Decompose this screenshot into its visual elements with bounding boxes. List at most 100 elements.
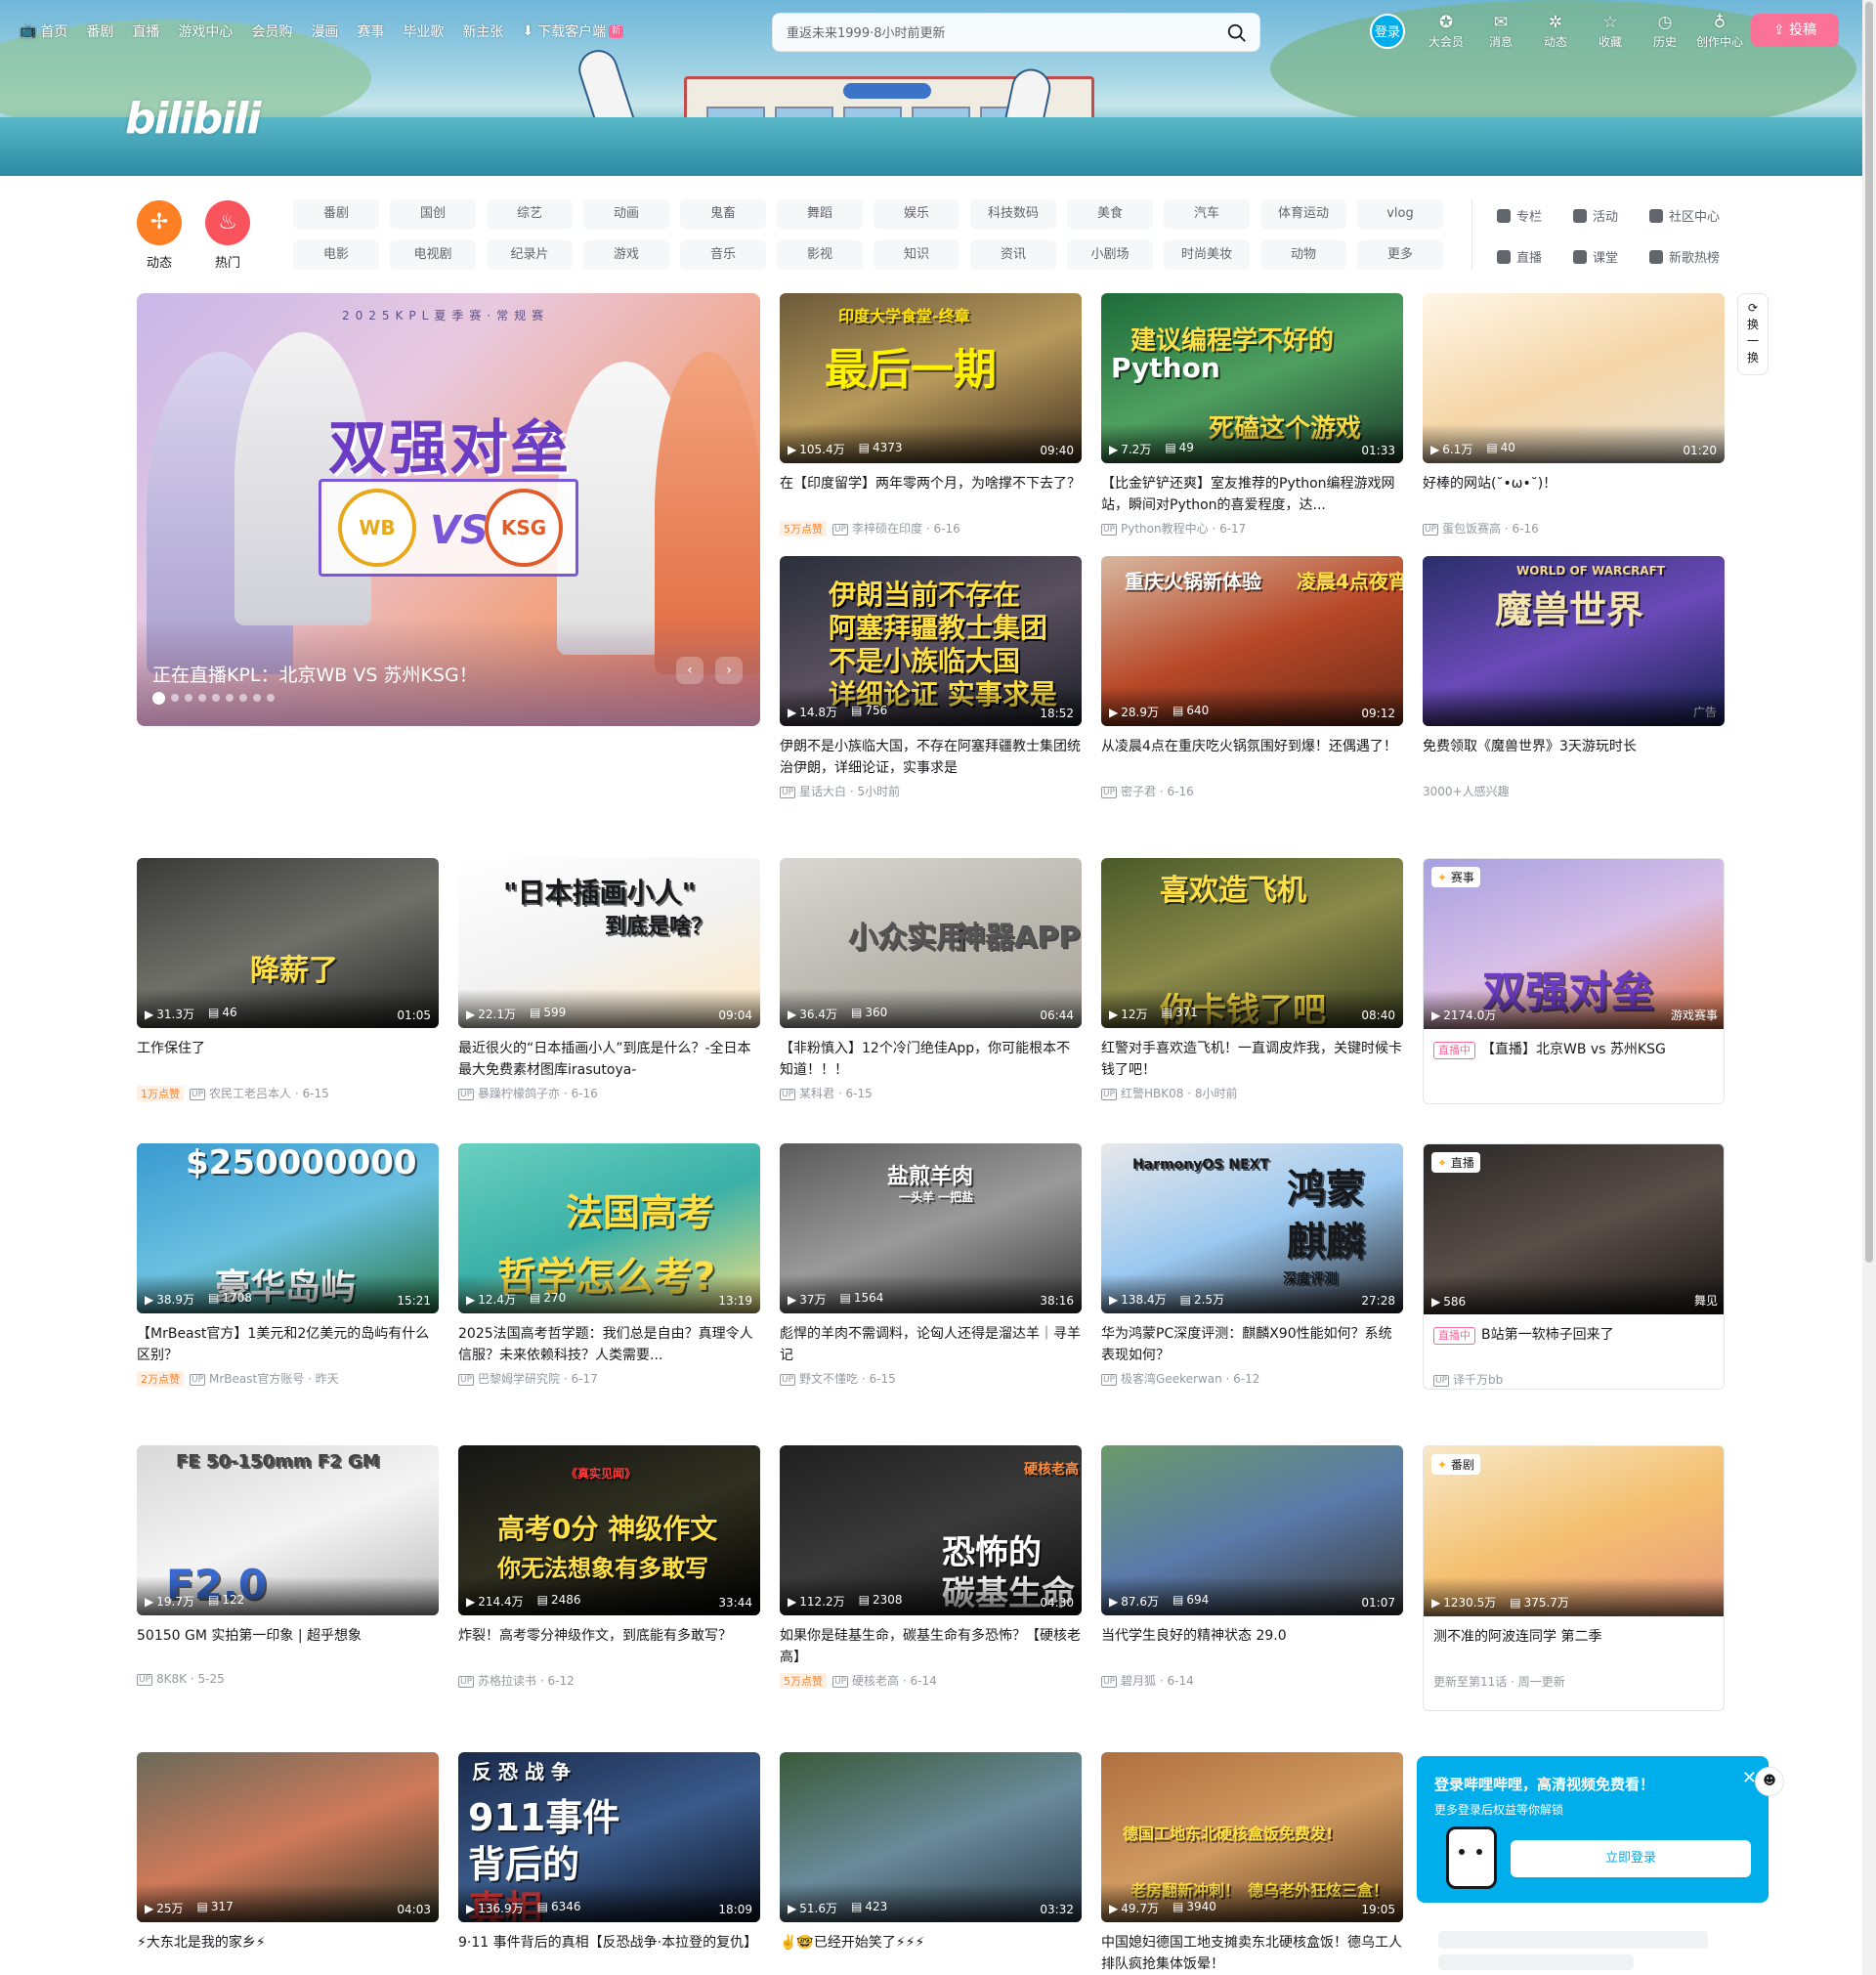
carousel-dot[interactable]	[267, 694, 275, 702]
video-thumbnail[interactable]: ✦ 番剧 ▶ 1230.5万 ▤ 375.7万	[1424, 1446, 1724, 1616]
bilibili-logo[interactable]: bilibili	[125, 94, 261, 144]
scrollbar-thumb[interactable]	[1865, 2, 1873, 1263]
author-name[interactable]: 碧月狐	[1121, 1674, 1156, 1688]
channel-row1-1[interactable]: 国创	[390, 199, 476, 229]
message-entry[interactable]: ✉ 消息	[1473, 12, 1528, 50]
channel-more-button[interactable]: 更多	[1357, 240, 1443, 270]
channel-row2-7[interactable]: 资讯	[970, 240, 1056, 270]
video-thumbnail[interactable]: 双强对垒✦ 赛事▶2174.0万游戏赛事	[1424, 859, 1724, 1029]
video-title[interactable]: 最近很火的“日本插画小人”到底是什么？-全日本最大免费素材图库irasutoya…	[458, 1038, 760, 1081]
carousel-dot[interactable]	[226, 694, 234, 702]
video-thumbnail[interactable]: 重庆火锅新体验 凌晨4点夜宵or早餐 ▶28.9万 ▤640 09:12	[1101, 556, 1403, 726]
carousel-prev-button[interactable]: ‹	[676, 657, 704, 684]
channel-row2-2[interactable]: 纪录片	[487, 240, 573, 270]
author-name[interactable]: 红警HBK08	[1121, 1087, 1183, 1100]
ext-link-live[interactable]: 直播	[1497, 247, 1542, 266]
carousel-dot[interactable]	[253, 694, 261, 702]
video-thumbnail[interactable]: ▶ 51.6万 ▤ 423 03:32	[780, 1752, 1082, 1922]
video-card[interactable]: 小众实用 神器APP ▶ 36.4万 ▤ 360 06:44 【非粉慎入】12个冷门绝佳App…	[780, 858, 1082, 1101]
video-card[interactable]: HarmonyOS NEXT鸿蒙麒麟深度评测▶138.4万▤2.5万27:28 华…	[1101, 1143, 1403, 1387]
dynamic-channel-button[interactable]: ✢	[137, 200, 182, 245]
author-name[interactable]: 蛋包饭赛高	[1442, 522, 1501, 536]
video-card[interactable]: 恐怖的碳基生命硬核老高▶112.2万▤230804:30 如果你是硅基生命，碳基生…	[780, 1445, 1082, 1689]
video-thumbnail[interactable]: 法国高考哲学怎么考?▶12.4万▤27013:19	[458, 1143, 760, 1313]
video-title[interactable]: 从凌晨4点在重庆吃火锅氛围好到爆！还偶遇了！	[1101, 736, 1403, 779]
carousel-title[interactable]: 正在直播KPL：北京WB VS 苏州KSG！	[152, 661, 478, 687]
mascot-bubble-icon[interactable]: ☻	[1755, 1767, 1784, 1796]
author-name[interactable]: 8K8K	[156, 1672, 187, 1686]
video-title[interactable]: 在【印度留学】两年零两个月，为啥撑不下去了？	[780, 473, 1082, 516]
carousel-dot[interactable]	[212, 694, 220, 702]
video-card[interactable]: $250000000豪华岛屿▶38.9万▤170815:21【MrBeast官方…	[137, 1143, 439, 1387]
carousel-dot[interactable]	[152, 692, 165, 705]
video-title[interactable]: 炸裂！高考零分神级作文，到底能有多敢写？	[458, 1625, 760, 1668]
channel-row2-8[interactable]: 小剧场	[1067, 240, 1153, 270]
video-title[interactable]: 【非粉慎入】12个冷门绝佳App，你可能根本不知道！！！	[780, 1038, 1082, 1081]
video-thumbnail[interactable]: ✦ 直播 ▶ 586 舞见	[1424, 1144, 1724, 1314]
author-name[interactable]: 农民工老吕本人	[209, 1087, 291, 1100]
author-name[interactable]: 野文不懂吃	[799, 1372, 858, 1386]
author-name[interactable]: 苏格拉读书	[478, 1674, 536, 1688]
video-card[interactable]: 降薪了 ▶ 31.3万 ▤ 46 01:05 工作保住了 1万点赞 UP 农民工老吕本人 · 6-…	[137, 858, 439, 1101]
nav-download-client[interactable]: ⬇ 下载客户端新	[522, 21, 624, 41]
video-thumbnail[interactable]: 盐煎羊肉 一头羊 一把盐 ▶ 37万 ▤ 1564 38:16	[780, 1143, 1082, 1313]
author-name[interactable]: 极客湾Geekerwan	[1121, 1372, 1222, 1386]
search-input[interactable]	[787, 22, 1216, 44]
history-entry[interactable]: ◷ 历史	[1638, 12, 1692, 50]
video-title[interactable]: 当代学生良好的精神状态 29.0	[1101, 1625, 1403, 1668]
video-thumbnail[interactable]: ▶ 25万 ▤ 317 04:03	[137, 1752, 439, 1922]
video-thumbnail[interactable]: 印度大学食堂-终章 最后一期 ▶ 105.4万 ▤ 4373 09:40	[780, 293, 1082, 463]
search-icon[interactable]	[1226, 22, 1248, 44]
feature-card[interactable]: ✦ 直播 ▶ 586 舞见 直播中 B站第一软柿子回来了 UP 译千万bb	[1423, 1143, 1725, 1390]
ext-link-classroom[interactable]: 课堂	[1573, 247, 1618, 266]
author-name[interactable]: 硬核老高	[852, 1674, 899, 1688]
channel-row1-5[interactable]: 舞蹈	[777, 199, 863, 229]
channel-row2-9[interactable]: 时尚美妆	[1164, 240, 1250, 270]
channel-row2-4[interactable]: 音乐	[680, 240, 766, 270]
video-card[interactable]: 反 恐 战 争911事件背后的真相▶136.9万▤634618:099·11 事…	[458, 1752, 760, 1975]
author-name[interactable]: Python教程中心	[1121, 522, 1209, 536]
video-title[interactable]: 工作保住了	[137, 1038, 439, 1081]
nav-new-opinion[interactable]: 新主张	[462, 21, 503, 41]
nav-live[interactable]: 直播	[132, 21, 159, 41]
channel-row2-6[interactable]: 知识	[874, 240, 959, 270]
video-thumbnail[interactable]: 伊朗当前不存在阿塞拜疆教士集团不是小族临大国详细论证 实事求是▶14.8万▤75…	[780, 556, 1082, 726]
channel-row1-3[interactable]: 动画	[583, 199, 669, 229]
video-card[interactable]: 德国工地东北硬核盒饭免费发!老房翻新冲刺！德乌老外狂炫三盒！▶49.7万▤394…	[1101, 1752, 1403, 1975]
video-thumbnail[interactable]: 小众实用 神器APP ▶ 36.4万 ▤ 360 06:44	[780, 858, 1082, 1028]
dynamic-entry[interactable]: ✲ 动态	[1528, 12, 1583, 50]
channel-row2-0[interactable]: 电影	[293, 240, 379, 270]
carousel-dot[interactable]	[171, 694, 179, 702]
vip-entry[interactable]: ✪ 大会员	[1419, 12, 1473, 50]
video-card[interactable]: ▶ 87.6万 ▤ 694 01:07 当代学生良好的精神状态 29.0 UP 碧月狐 · 6…	[1101, 1445, 1403, 1689]
video-title[interactable]: 彪悍的羊肉不需调料，论匈人还得是溜达羊｜寻羊记	[780, 1323, 1082, 1366]
video-title[interactable]: 【MrBeast官方】1美元和2亿美元的岛屿有什么区别？	[137, 1323, 439, 1366]
refresh-button[interactable]: ⟳ 换一换	[1737, 293, 1769, 375]
video-title[interactable]: 【比金铲铲还爽】室友推荐的Python编程游戏网站，瞬间对Python的喜爱程度…	[1101, 473, 1403, 516]
video-title[interactable]: 如果你是硅基生命，碳基生命有多恐怖？【硬核老高】	[780, 1625, 1082, 1668]
video-thumbnail[interactable]: WORLD OF WARCRAFT魔兽世界广告	[1423, 556, 1725, 726]
video-title[interactable]: 华为鸿蒙PC深度评测：麒麟X90性能如何？系统表现如何？	[1101, 1323, 1403, 1366]
author-name[interactable]: 密子君	[1121, 785, 1156, 798]
hero-carousel[interactable]: 2025KPL夏季赛·常规赛 双强对垒 WB VS KSG 正在直播KPL：北京…	[137, 293, 760, 726]
author-name[interactable]: 某科君	[799, 1087, 834, 1100]
video-card[interactable]: 盐煎羊肉 一头羊 一把盐 ▶ 37万 ▤ 1564 38:16 彪悍的羊肉不需调料，论匈人还得…	[780, 1143, 1082, 1387]
video-thumbnail[interactable]: ▶ 6.1万 ▤ 40 01:20	[1423, 293, 1725, 463]
video-title[interactable]: 50150 GM 实拍第一印象 | 超乎想象	[137, 1625, 439, 1668]
video-title[interactable]: 测不准的阿波连同学 第二季	[1433, 1626, 1714, 1669]
channel-row2-5[interactable]: 影视	[777, 240, 863, 270]
nav-bangumi[interactable]: 番剧	[86, 21, 113, 41]
video-thumbnail[interactable]: 恐怖的碳基生命硬核老高▶112.2万▤230804:30	[780, 1445, 1082, 1615]
author-name[interactable]: 暴躁柠檬鸽子亦	[478, 1087, 560, 1100]
video-thumbnail[interactable]: FE 50-150mm F2 GMF2.0▶19.7万▤122	[137, 1445, 439, 1615]
favorite-entry[interactable]: ☆ 收藏	[1583, 12, 1638, 50]
video-thumbnail[interactable]: 喜欢造飞机你卡钱了吧▶12万▤37108:40	[1101, 858, 1403, 1028]
carousel-dot[interactable]	[198, 694, 206, 702]
video-title[interactable]: 红警对手喜欢造飞机！一直调皮炸我，关键时候卡钱了吧！	[1101, 1038, 1403, 1081]
channel-row1-11[interactable]: vlog	[1357, 199, 1443, 229]
channel-row2-3[interactable]: 游戏	[583, 240, 669, 270]
ext-link-column[interactable]: 专栏	[1497, 206, 1542, 225]
channel-row1-6[interactable]: 娱乐	[874, 199, 959, 229]
feature-card[interactable]: ✦ 番剧 ▶ 1230.5万 ▤ 375.7万 测不准的阿波连同学 第二季 更新至第11话 …	[1423, 1445, 1725, 1711]
video-thumbnail[interactable]: HarmonyOS NEXT鸿蒙麒麟深度评测▶138.4万▤2.5万27:28	[1101, 1143, 1403, 1313]
